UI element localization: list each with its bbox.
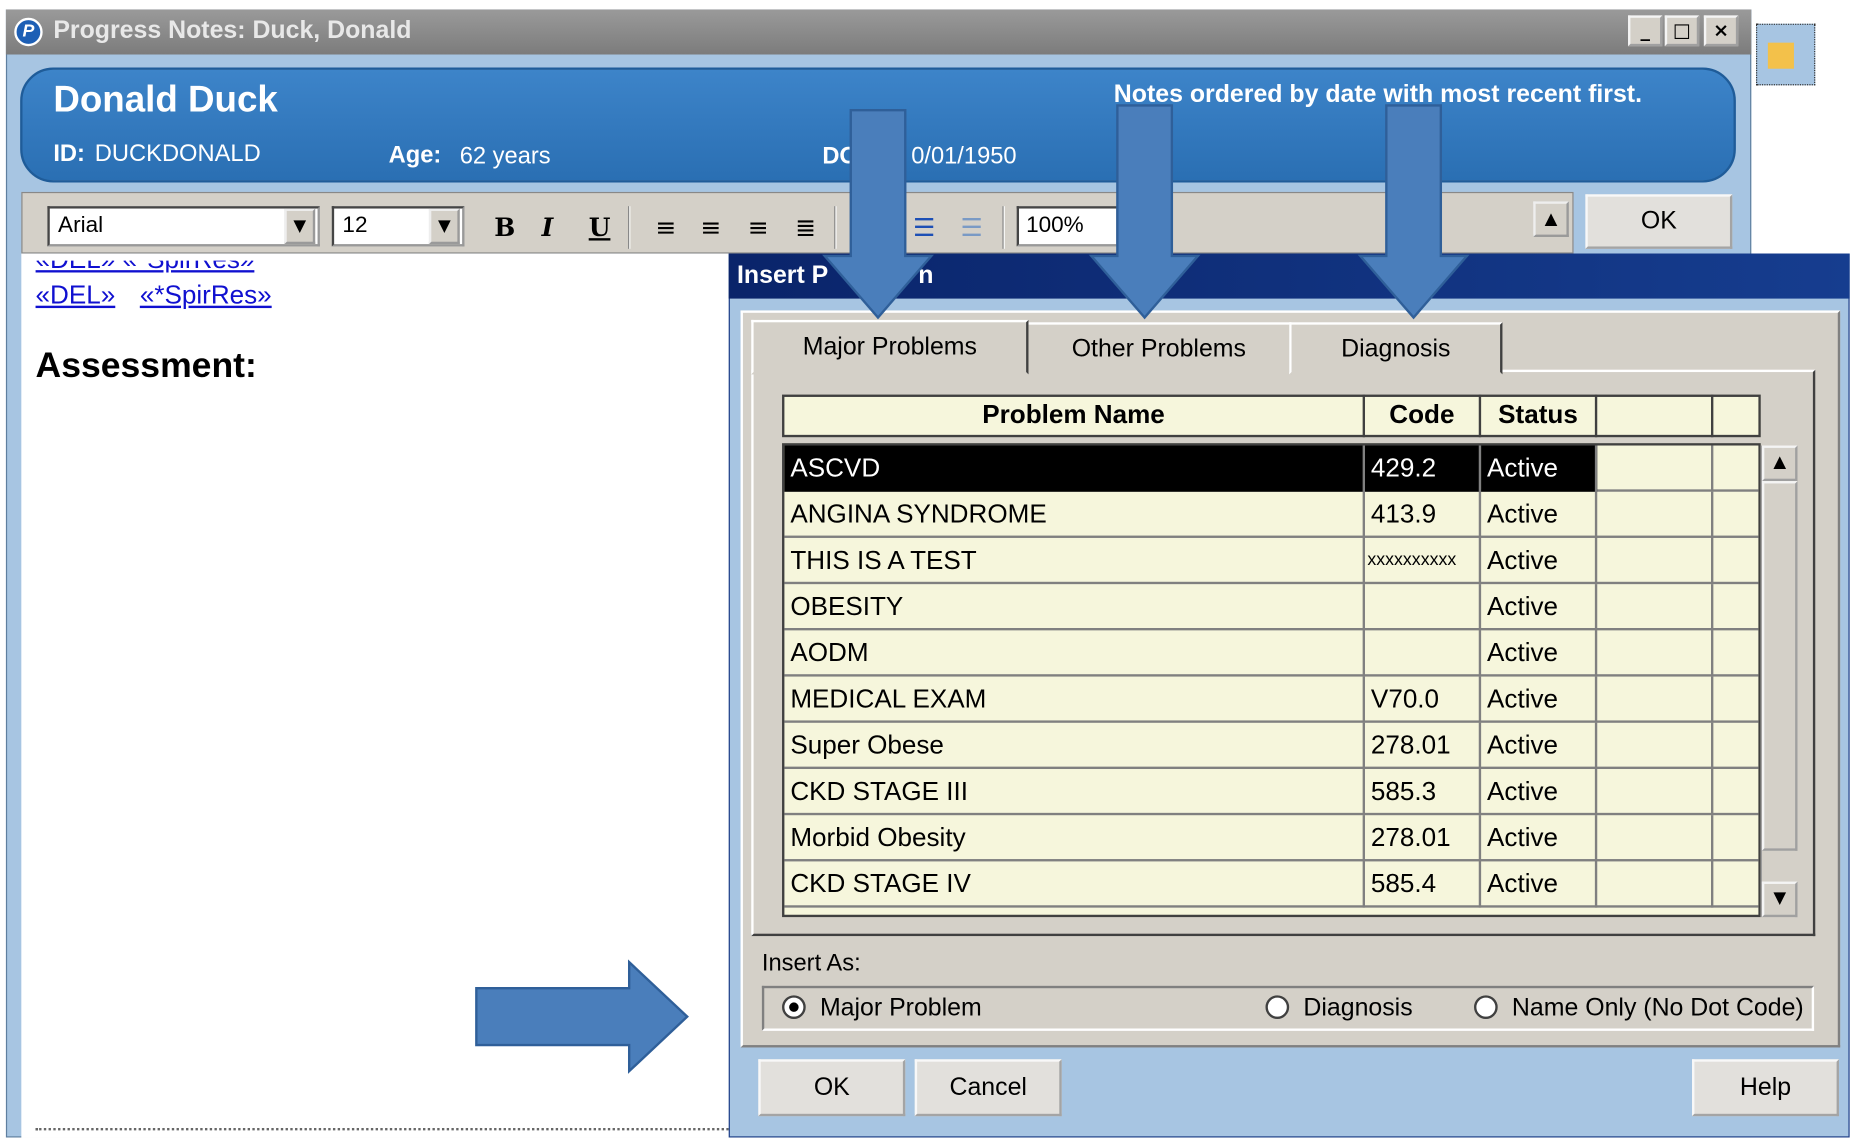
- annotation-arrows: [475, 104, 1470, 1074]
- right-arrow-insert-as: [475, 959, 689, 1074]
- tab-major-problems[interactable]: Major Problems: [751, 319, 1029, 375]
- down-arrow-other: [1088, 104, 1201, 320]
- down-arrow-diagnosis: [1357, 104, 1470, 320]
- down-arrow-major: [822, 109, 934, 320]
